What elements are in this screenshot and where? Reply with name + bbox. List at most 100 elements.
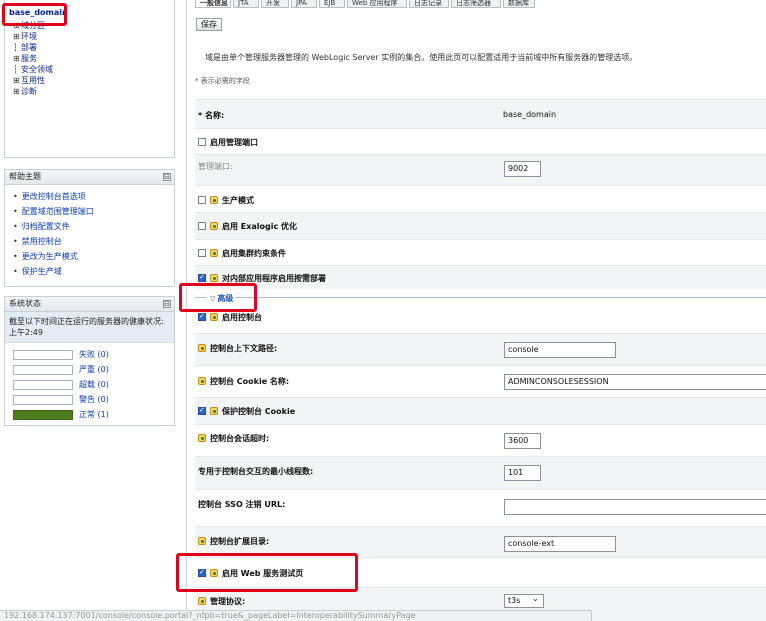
session-timeout-input[interactable]: 3600: [504, 433, 541, 449]
advanced-divider: [195, 297, 766, 298]
cluster-constraints-label: 启用集群约束条件: [222, 249, 286, 258]
console-enabled-checkbox[interactable]: [198, 312, 206, 321]
admin-port-label: 管理端口:: [198, 162, 233, 171]
main-content: 一般信息 JTA 开发 JPA EJB Web 应用程序 日志记录 日志筛选器 …: [186, 0, 766, 621]
management-protocol-select[interactable]: t3s: [504, 594, 544, 608]
health-link[interactable]: 严重 (0): [79, 364, 109, 375]
highlight-annotation: [176, 553, 358, 592]
help-link-disable-console[interactable]: 禁用控制台: [13, 236, 174, 251]
tree-item-security-realms[interactable]: ┆ 安全领域: [13, 64, 53, 75]
tree-item-interoperability[interactable]: ⊞互用性: [13, 75, 45, 86]
help-link-secure-production[interactable]: 保护生产域: [13, 266, 174, 281]
tree-item-deployments[interactable]: ┆ 部署: [13, 42, 37, 53]
tree-line-icon: ┆: [13, 65, 18, 74]
tree-line-icon: ┆: [13, 43, 18, 52]
on-demand-deploy-label: 对内部应用程序启用按需部署: [222, 274, 326, 283]
row-console-enabled: 启用控制台: [195, 305, 766, 333]
extension-dir-input[interactable]: console-ext: [504, 536, 616, 552]
config-lock-icon: [210, 249, 218, 257]
name-label: * 名称:: [198, 111, 225, 120]
page-description: 域是由单个管理服务器管理的 WebLogic Server 实例的集合。使用此页…: [205, 53, 638, 62]
tree-item-environment[interactable]: ⊞环境: [13, 31, 37, 42]
tab-jpa[interactable]: JPA: [291, 0, 317, 8]
health-row-warning: 警告 (0): [5, 393, 174, 408]
protect-cookie-checkbox[interactable]: [198, 406, 206, 415]
health-bar: [13, 410, 73, 420]
health-bar: [13, 350, 73, 360]
cookie-name-label: 控制台 Cookie 名称:: [210, 377, 290, 386]
health-link[interactable]: 失败 (0): [79, 349, 109, 360]
row-production-mode: 生产模式: [195, 185, 766, 212]
extension-dir-label: 控制台扩展目录:: [210, 537, 270, 546]
system-status-panel: 系统状态 ⊟ 截至以下时间正在运行的服务器的健康状况: 上午2:49 失败 (0…: [4, 296, 175, 426]
health-bar: [13, 365, 73, 375]
sso-logout-label: 控制台 SSO 注销 URL:: [198, 500, 286, 509]
panel-title: 系统状态: [9, 299, 41, 308]
config-lock-icon: [198, 597, 206, 605]
production-mode-label: 生产模式: [222, 196, 254, 205]
exalogic-checkbox[interactable]: [198, 222, 206, 230]
tab-ejb[interactable]: EJB: [319, 0, 345, 8]
save-button[interactable]: 保存: [196, 18, 222, 31]
health-link[interactable]: 警告 (0): [79, 394, 109, 405]
context-path-input[interactable]: console: [504, 342, 616, 358]
config-lock-icon: [210, 407, 218, 415]
config-lock-icon: [198, 377, 206, 385]
health-summary-text: 截至以下时间正在运行的服务器的健康状况: 上午2:49: [5, 312, 174, 343]
config-lock-icon: [198, 344, 206, 352]
row-name: * 名称: base_domain: [195, 99, 766, 128]
exalogic-label: 启用 Exalogic 优化: [222, 222, 298, 231]
tab-logging[interactable]: 日志记录: [409, 0, 449, 8]
admin-port-enabled-label: 启用管理端口: [210, 138, 258, 147]
expand-icon[interactable]: ⊞: [13, 76, 21, 85]
health-link[interactable]: 正常 (1): [79, 409, 109, 420]
tab-general[interactable]: 一般信息: [195, 0, 231, 8]
cookie-name-input[interactable]: ADMINCONSOLESESSION: [504, 374, 766, 390]
help-link-production-mode[interactable]: 更改为生产模式: [13, 251, 174, 266]
row-min-threads: 专用于控制台交互的最小线程数: 101: [195, 456, 766, 489]
row-cluster-constraints: 启用集群约束条件: [195, 239, 766, 265]
tree-item-diagnostics[interactable]: ⊞诊断: [13, 86, 37, 97]
min-threads-label: 专用于控制台交互的最小线程数:: [198, 467, 314, 476]
admin-port-input[interactable]: 9002: [504, 161, 541, 177]
row-sso-logout: 控制台 SSO 注销 URL:: [195, 489, 766, 526]
management-protocol-label: 管理协议:: [210, 597, 246, 606]
expand-icon[interactable]: ⊞: [13, 32, 21, 41]
cluster-constraints-checkbox[interactable]: [198, 249, 206, 257]
row-on-demand-deploy: 对内部应用程序启用按需部署: [195, 265, 766, 289]
help-link-domain-admin-port[interactable]: 配置域范围管理端口: [13, 206, 174, 221]
help-link-console-preferences[interactable]: 更改控制台首选项: [13, 191, 174, 206]
min-threads-input[interactable]: 101: [504, 465, 541, 481]
panel-header: 系统状态 ⊟: [5, 297, 174, 312]
expand-icon[interactable]: ⊞: [13, 54, 21, 63]
tab-development[interactable]: 开发: [261, 0, 289, 8]
admin-port-checkbox[interactable]: [198, 138, 206, 146]
help-link-archive-config[interactable]: 归档配置文件: [13, 221, 174, 236]
tree-item-services[interactable]: ⊞服务: [13, 53, 37, 64]
context-path-label: 控制台上下文路径:: [210, 344, 278, 353]
row-session-timeout: 控制台会话超时: 3600: [195, 424, 766, 456]
production-mode-checkbox[interactable]: [198, 196, 206, 204]
name-value: base_domain: [503, 110, 557, 119]
tab-web-apps[interactable]: Web 应用程序: [347, 0, 407, 8]
expand-icon[interactable]: ⊞: [13, 87, 21, 96]
collapse-icon[interactable]: ⊟: [163, 173, 171, 181]
tab-database[interactable]: 数据库: [503, 0, 535, 8]
sso-logout-input[interactable]: [504, 499, 766, 515]
row-admin-port-enabled: 启用管理端口: [195, 128, 766, 154]
health-link[interactable]: 超载 (0): [79, 379, 109, 390]
row-cookie-name: 控制台 Cookie 名称: ADMINCONSOLESESSION: [195, 365, 766, 397]
health-row-failed: 失败 (0): [5, 348, 174, 363]
tab-jta[interactable]: JTA: [233, 0, 259, 8]
config-lock-icon: [198, 434, 206, 442]
on-demand-deploy-checkbox[interactable]: [198, 273, 206, 282]
tab-log-filters[interactable]: 日志筛选器: [451, 0, 501, 8]
row-admin-port: 管理端口: 9002: [195, 154, 766, 185]
config-lock-icon: [210, 222, 218, 230]
session-timeout-label: 控制台会话超时:: [210, 434, 270, 443]
highlight-annotation: [179, 283, 257, 312]
status-bar-url: 192.168.174.137:7001/console/console.por…: [0, 610, 592, 621]
row-protect-cookie: 保护控制台 Cookie: [195, 397, 766, 424]
protect-cookie-label: 保护控制台 Cookie: [222, 407, 296, 416]
collapse-icon[interactable]: ⊟: [163, 300, 171, 308]
